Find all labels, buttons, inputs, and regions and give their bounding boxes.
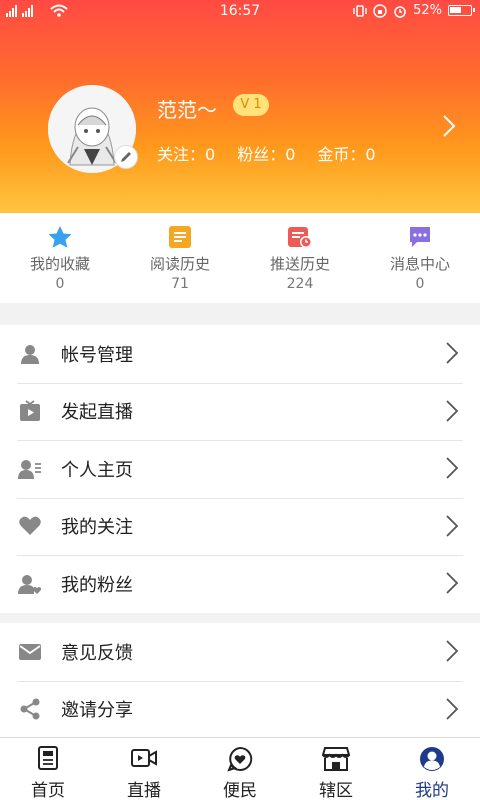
quick-label: 消息中心 — [389, 255, 450, 273]
menu-start-live[interactable]: 发起直播 — [0, 382, 480, 441]
tab-district[interactable]: 辖区 — [288, 738, 384, 800]
menu-label: 发起直播 — [61, 402, 133, 424]
tab-label: 辖区 — [319, 781, 353, 800]
quick-value: 71 — [171, 276, 189, 292]
alarm-icon — [394, 5, 406, 18]
battery-icon — [448, 5, 475, 16]
other-list: 意见反馈 邀请分享 — [0, 623, 480, 738]
user-circle-icon — [420, 747, 444, 771]
menu-my-fans[interactable]: 我的粉丝 — [0, 555, 480, 613]
heart-bubble-icon — [227, 746, 253, 772]
chevron-right-icon — [446, 514, 459, 541]
bottom-tab-bar: 首页 直播 便民 辖区 我的 — [0, 737, 480, 800]
fans-count[interactable]: 粉丝：0 — [237, 141, 295, 165]
quick-value: 0 — [415, 276, 425, 292]
video-icon — [131, 749, 157, 767]
menu-label: 帐号管理 — [61, 344, 133, 366]
settings-list: 帐号管理 发起直播 个人主页 我的关注 我的粉丝 — [0, 325, 480, 613]
quick-favorites[interactable]: 我的收藏 0 — [0, 213, 120, 303]
tab-label: 我的 — [415, 781, 449, 800]
profile-detail-chevron-icon[interactable] — [442, 114, 456, 142]
tab-label: 直播 — [127, 781, 161, 800]
heart-icon — [17, 513, 43, 539]
menu-label: 邀请分享 — [61, 700, 133, 722]
menu-label: 个人主页 — [61, 459, 133, 481]
battery-percent: 52% — [413, 3, 442, 18]
document-icon — [169, 226, 191, 248]
follow-count[interactable]: 关注：0 — [157, 141, 215, 165]
status-right: 52% — [353, 3, 475, 18]
quick-message-center[interactable]: 消息中心 0 — [360, 213, 480, 303]
lock-rotation-icon — [373, 3, 387, 18]
menu-feedback[interactable]: 意见反馈 — [0, 623, 480, 681]
status-bar: 16:57 52% — [0, 0, 480, 24]
level-badge: V 1 — [233, 94, 269, 116]
tab-convenience[interactable]: 便民 — [192, 738, 288, 800]
profile-stats: 关注：0 粉丝：0 金币：0 — [157, 141, 376, 165]
quick-value: 224 — [286, 276, 314, 292]
quick-value: 0 — [55, 276, 65, 292]
chevron-right-icon — [446, 399, 459, 426]
user-icon — [17, 341, 43, 367]
calendar-clock-icon — [288, 227, 312, 248]
share-icon — [17, 696, 43, 722]
chevron-right-icon — [446, 457, 459, 483]
quick-label: 阅读历史 — [149, 255, 210, 273]
menu-label: 我的关注 — [61, 517, 133, 539]
tab-live[interactable]: 直播 — [96, 738, 192, 800]
avatar-wrap[interactable] — [48, 85, 138, 173]
tab-label: 首页 — [31, 781, 65, 800]
profile-header: 16:57 52% 范范～ V 1 关注：0 粉丝：0 金币：0 — [0, 0, 480, 213]
quick-label: 推送历史 — [269, 255, 330, 273]
menu-label: 意见反馈 — [61, 642, 133, 664]
quick-push-history[interactable]: 推送历史 224 — [240, 213, 360, 303]
tab-home[interactable]: 首页 — [0, 738, 96, 800]
vibrate-icon — [353, 4, 367, 17]
store-icon — [322, 747, 350, 771]
quick-actions: 我的收藏 0 阅读历史 71 推送历史 224 消息中心 0 — [0, 213, 480, 303]
profile-card-icon — [17, 456, 43, 482]
star-icon — [48, 226, 72, 248]
menu-label: 我的粉丝 — [61, 574, 133, 596]
chevron-right-icon — [446, 572, 459, 598]
quick-label: 我的收藏 — [29, 255, 90, 273]
menu-invite-share[interactable]: 邀请分享 — [0, 680, 480, 739]
quick-read-history[interactable]: 阅读历史 71 — [120, 213, 240, 303]
username[interactable]: 范范～ — [157, 94, 217, 123]
menu-personal-homepage[interactable]: 个人主页 — [0, 440, 480, 498]
menu-account-management[interactable]: 帐号管理 — [0, 325, 480, 383]
chat-icon — [410, 227, 430, 247]
news-icon — [38, 746, 58, 770]
chevron-right-icon — [446, 342, 459, 368]
coins-count[interactable]: 金币：0 — [317, 141, 375, 165]
user-heart-icon — [17, 571, 43, 597]
menu-my-follows[interactable]: 我的关注 — [0, 497, 480, 556]
chevron-right-icon — [446, 640, 459, 666]
mail-icon — [17, 639, 43, 665]
pencil-icon — [121, 152, 131, 162]
tab-mine[interactable]: 我的 — [384, 738, 480, 800]
tab-label: 便民 — [223, 781, 257, 800]
chevron-right-icon — [446, 697, 459, 724]
tv-icon — [17, 398, 43, 424]
edit-avatar-button[interactable] — [114, 145, 138, 169]
